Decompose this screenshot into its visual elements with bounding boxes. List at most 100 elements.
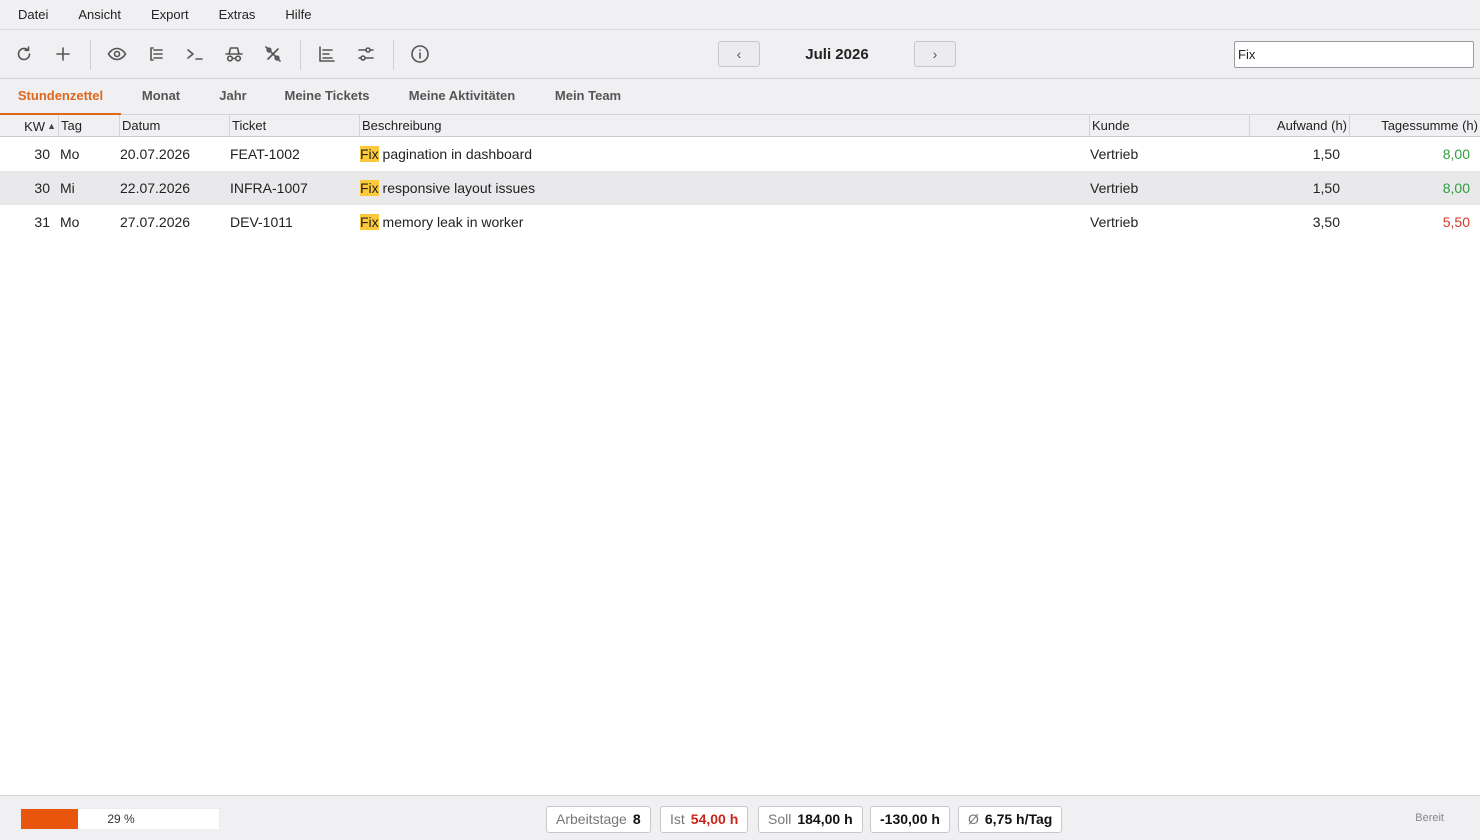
- progress-bar: 29 %: [20, 808, 220, 830]
- column-header-datum[interactable]: Datum: [120, 115, 230, 137]
- average-chip: Ø 6,75 h/Tag: [958, 806, 1063, 833]
- settings-button[interactable]: [352, 40, 380, 68]
- timesheet-table: KW ▲ Tag Datum Ticket Beschreibung Kunde …: [0, 115, 1480, 795]
- cell-kw: 30: [34, 146, 50, 162]
- status-text: Bereit: [1415, 812, 1444, 824]
- cell-tagessumme: 5,50: [1442, 214, 1470, 230]
- menu-export[interactable]: Export: [151, 7, 189, 22]
- table-row[interactable]: 30 Mo 20.07.2026 FEAT-1002 Fix pagination in…: [0, 137, 1480, 171]
- menu-extras[interactable]: Extras: [219, 7, 256, 22]
- cell-aufwand: 1,50: [1312, 146, 1340, 162]
- sliders-icon: [358, 47, 374, 61]
- cell-aufwand: 3,50: [1312, 214, 1340, 230]
- cell-tagessumme: 8,00: [1442, 180, 1470, 196]
- sort-ascending-icon: ▲: [47, 121, 56, 131]
- info-icon: [411, 45, 429, 63]
- prev-month-button[interactable]: ‹: [718, 41, 760, 67]
- column-header-kunde[interactable]: Kunde: [1090, 115, 1250, 137]
- tab-monat[interactable]: Monat: [128, 79, 194, 115]
- cell-ticket: DEV-1011: [230, 214, 293, 230]
- next-month-button[interactable]: ›: [914, 41, 956, 67]
- menu-hilfe[interactable]: Hilfe: [285, 7, 311, 22]
- toolbar-separator: [300, 40, 301, 70]
- cell-kunde: Vertrieb: [1090, 214, 1139, 230]
- column-header-ticket[interactable]: Ticket: [230, 115, 360, 137]
- incognito-icon: [225, 47, 243, 62]
- status-bar: 29 % Arbeitstage 8 Ist 54,00 h Soll 184,00 …: [0, 795, 1480, 840]
- eye-icon: [107, 47, 127, 61]
- add-entry-button[interactable]: [49, 40, 77, 68]
- view-button[interactable]: [103, 40, 131, 68]
- average-value: 6,75 h/Tag: [984, 811, 1053, 827]
- soll-chip: Soll 184,00 h: [758, 806, 863, 833]
- cell-tag: Mi: [60, 180, 75, 196]
- column-header-beschreibung[interactable]: Beschreibung: [360, 115, 1090, 137]
- menu-datei[interactable]: Datei: [18, 7, 48, 22]
- toolbar-separator: [90, 40, 91, 70]
- search-match-highlight: Fix: [360, 146, 379, 162]
- refresh-button[interactable]: [10, 40, 38, 68]
- soll-label: Soll: [768, 811, 792, 827]
- ist-label: Ist: [670, 811, 685, 827]
- tab-jahr[interactable]: Jahr: [208, 79, 258, 115]
- align-button[interactable]: [313, 40, 341, 68]
- tab-meine-tickets[interactable]: Meine Tickets: [272, 79, 382, 115]
- cell-beschreibung: Fix pagination in dashboard: [360, 137, 1088, 171]
- diff-chip: -130,00 h: [870, 806, 950, 833]
- table-row[interactable]: 31 Mo 27.07.2026 DEV-1011 Fix memory leak in…: [0, 205, 1480, 239]
- menu-bar: Datei Ansicht Export Extras Hilfe: [0, 0, 1480, 30]
- column-header-aufwand[interactable]: Aufwand (h): [1250, 115, 1350, 137]
- cell-beschreibung: Fix memory leak in worker: [360, 205, 1088, 239]
- table-header: KW ▲ Tag Datum Ticket Beschreibung Kunde …: [0, 115, 1480, 137]
- incognito-button[interactable]: [220, 40, 248, 68]
- cell-datum: 27.07.2026: [120, 214, 191, 230]
- arbeitstage-chip: Arbeitstage 8: [546, 806, 651, 833]
- ist-value: 54,00 h: [690, 811, 739, 827]
- diff-value: -130,00 h: [880, 811, 940, 827]
- toolbar: ‹ Juli 2026 ›: [0, 30, 1480, 79]
- ist-chip: Ist 54,00 h: [660, 806, 749, 833]
- percent-button[interactable]: [259, 40, 287, 68]
- tab-stundenzettel[interactable]: Stundenzettel: [0, 79, 121, 115]
- terminal-button[interactable]: [181, 40, 209, 68]
- month-title: Juli 2026: [805, 46, 869, 63]
- column-header-kw[interactable]: KW ▲: [0, 115, 59, 137]
- tab-mein-team[interactable]: Mein Team: [544, 79, 632, 115]
- percent-off-icon: [265, 46, 281, 62]
- cell-datum: 22.07.2026: [120, 180, 191, 196]
- soll-value: 184,00 h: [797, 811, 853, 827]
- plus-icon: [56, 47, 70, 61]
- column-header-tag[interactable]: Tag: [59, 115, 120, 137]
- arbeitstage-value: 8: [632, 811, 641, 827]
- progress-label: 29 %: [107, 812, 135, 826]
- average-label: Ø: [968, 811, 979, 827]
- terminal-icon: [187, 49, 203, 60]
- cell-tag: Mo: [60, 214, 80, 230]
- tab-bar: Stundenzettel Monat Jahr Meine Tickets M…: [0, 79, 1480, 115]
- search-match-highlight: Fix: [360, 214, 379, 230]
- cell-tag: Mo: [60, 146, 80, 162]
- cell-datum: 20.07.2026: [120, 146, 191, 162]
- list-button[interactable]: [142, 40, 170, 68]
- cell-kw: 31: [34, 214, 50, 230]
- cell-tagessumme: 8,00: [1442, 146, 1470, 162]
- cell-beschreibung: Fix responsive layout issues: [360, 171, 1088, 205]
- cell-ticket: INFRA-1007: [230, 180, 308, 196]
- info-button[interactable]: [406, 40, 434, 68]
- table-row[interactable]: 30 Mi 22.07.2026 INFRA-1007 Fix responsive l…: [0, 171, 1480, 205]
- tab-meine-aktivitaeten[interactable]: Meine Aktivitäten: [396, 79, 528, 115]
- description-text: responsive layout issues: [378, 180, 536, 196]
- arbeitstage-label: Arbeitstage: [556, 811, 627, 827]
- cell-kunde: Vertrieb: [1090, 146, 1139, 162]
- cell-kw: 30: [34, 180, 50, 196]
- search-match-highlight: Fix: [360, 180, 379, 196]
- list-icon: [150, 47, 163, 61]
- cell-kunde: Vertrieb: [1090, 180, 1139, 196]
- refresh-icon: [17, 46, 31, 61]
- column-header-tagessumme[interactable]: Tagessumme (h): [1350, 115, 1480, 137]
- menu-ansicht[interactable]: Ansicht: [78, 7, 121, 22]
- align-left-icon: [319, 46, 335, 62]
- search-input[interactable]: [1234, 41, 1474, 68]
- cell-ticket: FEAT-1002: [230, 146, 300, 162]
- description-text: pagination in dashboard: [378, 146, 533, 162]
